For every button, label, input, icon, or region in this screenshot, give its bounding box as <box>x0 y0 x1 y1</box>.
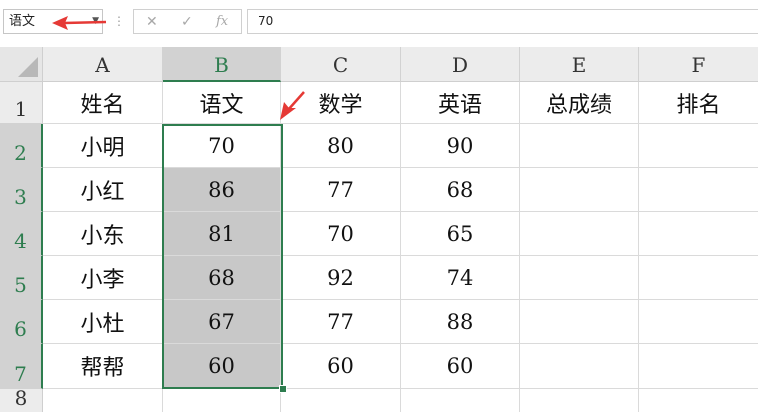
cell-c2[interactable]: 80 <box>281 124 401 168</box>
cell-b3[interactable]: 86 <box>163 168 281 212</box>
row-header-5[interactable]: 5 <box>0 256 43 300</box>
annotation-arrow-selection <box>280 91 305 120</box>
annotation-arrow-namebox <box>52 16 107 30</box>
row-header-1[interactable]: 1 <box>0 82 43 124</box>
cell-c7[interactable]: 60 <box>281 344 401 389</box>
cell-a7[interactable]: 帮帮 <box>43 344 163 389</box>
cell-e3[interactable] <box>520 168 639 212</box>
fx-icon[interactable]: fx <box>216 13 228 31</box>
cell-b2[interactable]: 70 <box>163 124 281 168</box>
cell-f7[interactable] <box>639 344 758 389</box>
menu-dots-icon[interactable]: ⋮ <box>113 14 125 28</box>
cell-a8[interactable] <box>43 389 163 412</box>
cell-b5[interactable]: 68 <box>163 256 281 300</box>
cell-c4[interactable]: 70 <box>281 212 401 256</box>
cell-a3[interactable]: 小红 <box>43 168 163 212</box>
cell-f4[interactable] <box>639 212 758 256</box>
cell-c3[interactable]: 77 <box>281 168 401 212</box>
cell-e5[interactable] <box>520 256 639 300</box>
formula-tools: ✕ ✓ fx <box>133 9 242 34</box>
cell-d3[interactable]: 68 <box>401 168 520 212</box>
name-box-value: 语文 <box>9 14 36 29</box>
row-header-3[interactable]: 3 <box>0 168 43 212</box>
cell-e7[interactable] <box>520 344 639 389</box>
cell-d6[interactable]: 88 <box>401 300 520 344</box>
select-all-corner[interactable] <box>0 47 43 82</box>
cell-e8[interactable] <box>520 389 639 412</box>
cell-f1[interactable]: 排名 <box>639 82 758 124</box>
cell-d5[interactable]: 74 <box>401 256 520 300</box>
fill-handle[interactable] <box>279 385 287 393</box>
column-header-f[interactable]: F <box>639 47 758 82</box>
column-header-b[interactable]: B <box>163 47 281 82</box>
cell-c8[interactable] <box>281 389 401 412</box>
row-header-7[interactable]: 7 <box>0 344 43 389</box>
row-header-4[interactable]: 4 <box>0 212 43 256</box>
row-header-8[interactable]: 8 <box>0 386 43 412</box>
cell-a5[interactable]: 小李 <box>43 256 163 300</box>
cell-b6[interactable]: 67 <box>163 300 281 344</box>
cell-e6[interactable] <box>520 300 639 344</box>
cell-d1[interactable]: 英语 <box>401 82 520 124</box>
row-header-6[interactable]: 6 <box>0 300 43 344</box>
formula-bar: 语文 ▼ ⋮ ✕ ✓ fx 70 <box>0 0 758 47</box>
confirm-icon[interactable]: ✓ <box>181 13 193 31</box>
column-header-a[interactable]: A <box>43 47 163 82</box>
cell-b7[interactable]: 60 <box>163 344 281 389</box>
cancel-icon[interactable]: ✕ <box>146 13 158 31</box>
formula-input[interactable]: 70 <box>247 9 758 34</box>
cell-c5[interactable]: 92 <box>281 256 401 300</box>
column-header-d[interactable]: D <box>401 47 520 82</box>
cell-f3[interactable] <box>639 168 758 212</box>
cell-e2[interactable] <box>520 124 639 168</box>
cell-c6[interactable]: 77 <box>281 300 401 344</box>
cell-a6[interactable]: 小杜 <box>43 300 163 344</box>
cell-b4[interactable]: 81 <box>163 212 281 256</box>
cell-f8[interactable] <box>639 389 758 412</box>
cell-e4[interactable] <box>520 212 639 256</box>
cell-d8[interactable] <box>401 389 520 412</box>
cell-b1[interactable]: 语文 <box>163 82 281 124</box>
cell-d7[interactable]: 60 <box>401 344 520 389</box>
cell-b8[interactable] <box>163 389 281 412</box>
cell-f2[interactable] <box>639 124 758 168</box>
cell-f6[interactable] <box>639 300 758 344</box>
cell-d2[interactable]: 90 <box>401 124 520 168</box>
cell-a1[interactable]: 姓名 <box>43 82 163 124</box>
cell-e1[interactable]: 总成绩 <box>520 82 639 124</box>
column-header-c[interactable]: C <box>281 47 401 82</box>
column-header-e[interactable]: E <box>520 47 639 82</box>
cell-f5[interactable] <box>639 256 758 300</box>
cell-a2[interactable]: 小明 <box>43 124 163 168</box>
row-header-2[interactable]: 2 <box>0 124 43 168</box>
cell-a4[interactable]: 小东 <box>43 212 163 256</box>
cell-d4[interactable]: 65 <box>401 212 520 256</box>
